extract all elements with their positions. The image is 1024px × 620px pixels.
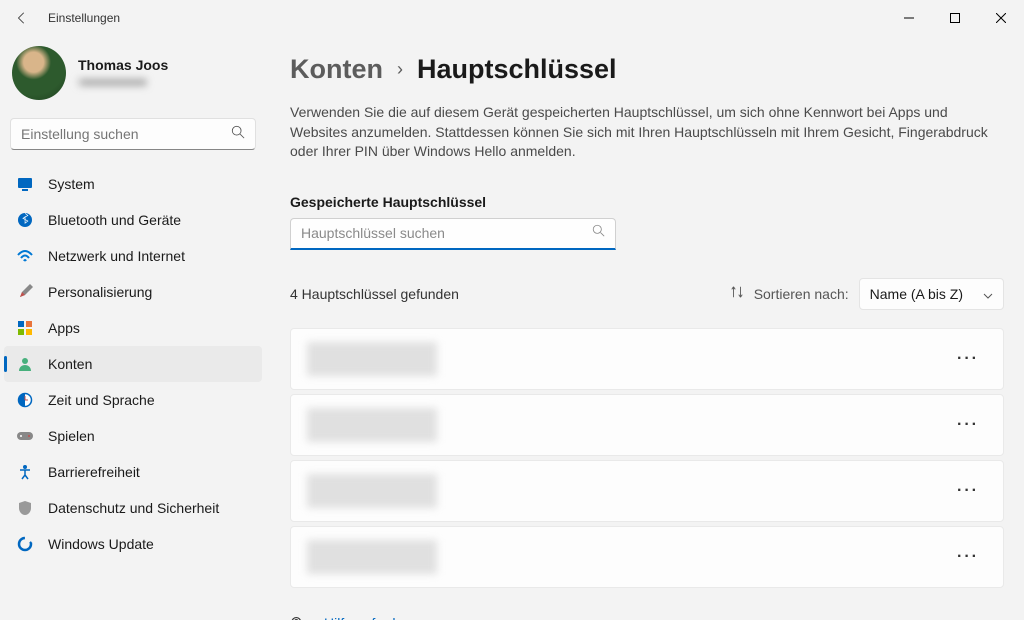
breadcrumb-current: Hauptschlüssel: [417, 54, 617, 85]
help-link[interactable]: Hilfe anfordern: [290, 614, 1004, 620]
help-label: Hilfe anfordern: [324, 615, 416, 620]
search-icon: [592, 224, 605, 242]
bluetooth-icon: [16, 211, 34, 229]
minimize-button[interactable]: [886, 0, 932, 36]
settings-search[interactable]: [10, 118, 256, 150]
sort-value: Name (A bis Z): [870, 286, 963, 302]
apps-icon: [16, 319, 34, 337]
passkey-item[interactable]: ···: [290, 328, 1004, 390]
nav-label: Konten: [48, 356, 92, 372]
brush-icon: [16, 283, 34, 301]
window-controls: [886, 0, 1024, 36]
passkey-item[interactable]: ···: [290, 526, 1004, 588]
sidebar-item-accounts[interactable]: Konten: [4, 346, 262, 382]
nav-label: Windows Update: [48, 536, 154, 552]
sidebar-item-system[interactable]: System: [4, 166, 262, 202]
search-icon: [231, 125, 245, 144]
update-icon: [16, 535, 34, 553]
nav-label: Spielen: [48, 428, 95, 444]
window-title: Einstellungen: [48, 11, 120, 25]
titlebar: Einstellungen: [0, 0, 1024, 36]
more-button[interactable]: ···: [949, 346, 987, 372]
shield-icon: [16, 499, 34, 517]
passkey-name-redacted: [307, 342, 437, 376]
passkey-name-redacted: [307, 474, 437, 508]
accessibility-icon: [16, 463, 34, 481]
nav-label: Barrierefreiheit: [48, 464, 140, 480]
passkey-item[interactable]: ···: [290, 394, 1004, 456]
results-bar: 4 Hauptschlüssel gefunden Sortieren nach…: [290, 278, 1004, 310]
maximize-button[interactable]: [932, 0, 978, 36]
sidebar-item-accessibility[interactable]: Barrierefreiheit: [4, 454, 262, 490]
sort-icon: [730, 285, 744, 302]
sidebar-item-apps[interactable]: Apps: [4, 310, 262, 346]
sidebar-item-time[interactable]: Zeit und Sprache: [4, 382, 262, 418]
wifi-icon: [16, 247, 34, 265]
sidebar: Thomas Joos t■■■■■■■■■ System Bluetooth …: [0, 36, 272, 620]
nav-label: Zeit und Sprache: [48, 392, 155, 408]
nav-label: Bluetooth und Geräte: [48, 212, 181, 228]
help-icon: [290, 614, 308, 620]
passkey-search-input[interactable]: [301, 225, 592, 241]
user-profile[interactable]: Thomas Joos t■■■■■■■■■: [4, 36, 262, 118]
user-name: Thomas Joos: [78, 57, 168, 73]
nav-label: Apps: [48, 320, 80, 336]
section-label: Gespeicherte Hauptschlüssel: [290, 194, 1004, 210]
clock-icon: [16, 391, 34, 409]
nav-label: Datenschutz und Sicherheit: [48, 500, 219, 516]
avatar: [12, 46, 66, 100]
passkey-item[interactable]: ···: [290, 460, 1004, 522]
chevron-down-icon: [983, 286, 993, 302]
main-content: Konten › Hauptschlüssel Verwenden Sie di…: [272, 36, 1024, 620]
sidebar-item-gaming[interactable]: Spielen: [4, 418, 262, 454]
back-button[interactable]: [10, 6, 34, 30]
sort-label: Sortieren nach:: [754, 286, 849, 302]
nav-list: System Bluetooth und Geräte Netzwerk und…: [4, 166, 262, 562]
sort-select[interactable]: Name (A bis Z): [859, 278, 1004, 310]
sidebar-item-update[interactable]: Windows Update: [4, 526, 262, 562]
user-email: t■■■■■■■■■: [78, 75, 168, 89]
breadcrumb-parent[interactable]: Konten: [290, 54, 383, 85]
more-button[interactable]: ···: [949, 544, 987, 570]
page-description: Verwenden Sie die auf diesem Gerät gespe…: [290, 103, 1004, 162]
nav-label: System: [48, 176, 95, 192]
passkey-search[interactable]: [290, 218, 616, 250]
close-button[interactable]: [978, 0, 1024, 36]
breadcrumb: Konten › Hauptschlüssel: [290, 54, 1004, 85]
person-icon: [16, 355, 34, 373]
more-button[interactable]: ···: [949, 478, 987, 504]
more-button[interactable]: ···: [949, 412, 987, 438]
passkey-name-redacted: [307, 540, 437, 574]
sidebar-item-privacy[interactable]: Datenschutz und Sicherheit: [4, 490, 262, 526]
chevron-right-icon: ›: [397, 59, 403, 80]
nav-label: Netzwerk und Internet: [48, 248, 185, 264]
monitor-icon: [16, 175, 34, 193]
search-input[interactable]: [21, 126, 231, 142]
sidebar-item-bluetooth[interactable]: Bluetooth und Geräte: [4, 202, 262, 238]
results-count: 4 Hauptschlüssel gefunden: [290, 286, 459, 302]
gamepad-icon: [16, 427, 34, 445]
passkey-name-redacted: [307, 408, 437, 442]
nav-label: Personalisierung: [48, 284, 152, 300]
sidebar-item-personalize[interactable]: Personalisierung: [4, 274, 262, 310]
sidebar-item-network[interactable]: Netzwerk und Internet: [4, 238, 262, 274]
passkey-list: ··· ··· ··· ···: [290, 328, 1004, 588]
